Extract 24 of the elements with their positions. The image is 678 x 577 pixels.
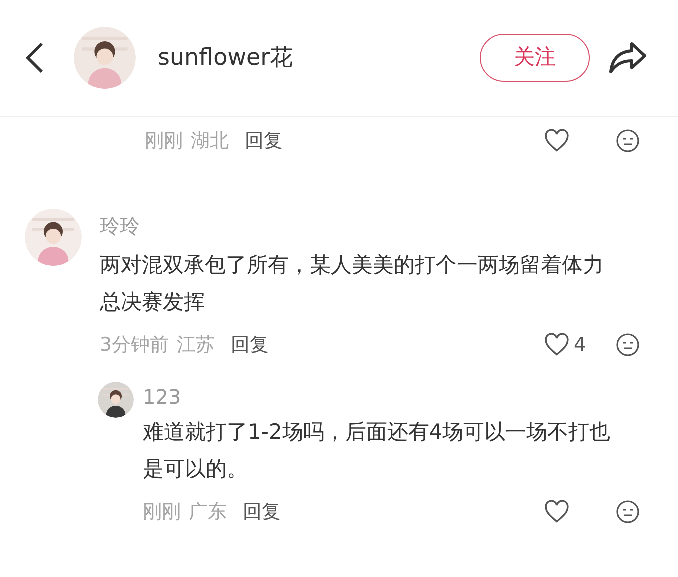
like-count: 4 [574, 333, 586, 358]
heart-icon[interactable] [544, 500, 570, 524]
comment-author: 玲玲 [100, 213, 141, 240]
heart-icon[interactable] [544, 333, 570, 358]
comment-time: 刚刚 [143, 500, 181, 524]
emoji-face-icon[interactable] [616, 500, 640, 524]
follow-button[interactable]: 关注 [480, 34, 590, 82]
back-icon[interactable] [24, 41, 46, 75]
reply-link[interactable]: 回复 [243, 498, 281, 526]
reply-link[interactable]: 回复 [231, 331, 270, 360]
comment-author: 123 [143, 384, 182, 410]
heart-icon[interactable] [544, 129, 570, 154]
comment-location: 湖北 [191, 129, 229, 154]
comment-text: 两对混双承包了所有，某人美美的打个一两场留着体力总决赛发挥 [100, 252, 605, 316]
comment-time: 刚刚 [145, 129, 183, 154]
emoji-face-icon[interactable] [616, 129, 640, 154]
username: sunflower花 [158, 44, 294, 73]
comment-time: 3分钟前 [100, 333, 170, 358]
comment-location: 江苏 [177, 333, 216, 358]
share-icon[interactable] [608, 41, 648, 75]
emoji-face-icon[interactable] [616, 333, 640, 358]
reply-link[interactable]: 回复 [245, 127, 283, 156]
comment-location: 广东 [189, 500, 227, 524]
comment-text: 难道就打了1-2场吗，后面还有4场可以一场不打也是可以的。 [143, 418, 612, 482]
